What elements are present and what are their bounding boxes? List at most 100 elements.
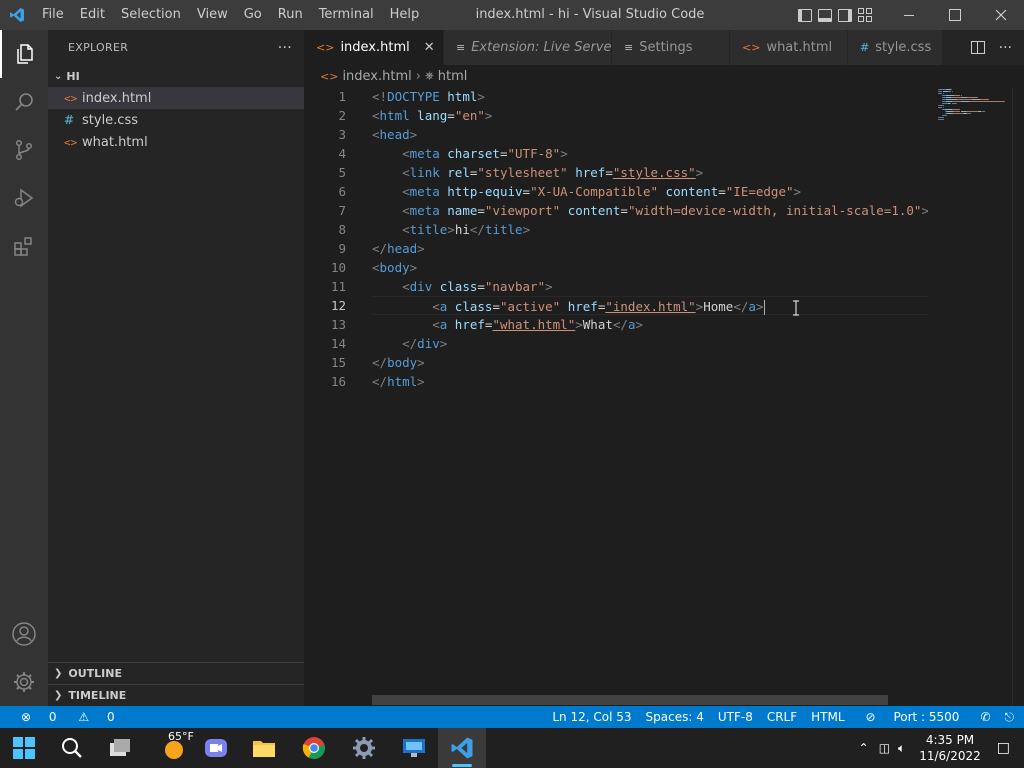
- code-line[interactable]: <meta http-equiv="X-UA-Compatible" conte…: [372, 182, 928, 201]
- code-line[interactable]: <a href="what.html">What</a>: [372, 315, 928, 334]
- task-view-icon[interactable]: [96, 728, 144, 768]
- code-line[interactable]: <head>: [372, 125, 928, 144]
- window-title: index.html - hi - Visual Studio Code: [475, 7, 705, 22]
- cursor-position[interactable]: Ln 12, Col 53: [545, 710, 638, 724]
- volume-icon[interactable]: 🔈︎: [898, 741, 905, 756]
- chevron-up-icon[interactable]: ⌃: [859, 741, 869, 755]
- settings-icon[interactable]: [340, 728, 388, 768]
- maximize-button[interactable]: [932, 0, 978, 30]
- indentation[interactable]: Spaces: 4: [639, 710, 711, 724]
- extensions-icon[interactable]: [0, 222, 48, 270]
- code-line[interactable]: <body>: [372, 258, 928, 277]
- more-actions-button[interactable]: ···: [278, 40, 292, 56]
- file-label: what.html: [82, 134, 148, 150]
- menu-edit[interactable]: Edit: [72, 0, 113, 30]
- live-server-port[interactable]: ⊘ Port : 5500: [852, 710, 974, 724]
- line-ending[interactable]: CRLF: [760, 710, 804, 724]
- account-icon[interactable]: [0, 610, 48, 658]
- folder-hi[interactable]: ⌄ HI: [48, 65, 304, 87]
- explorer-title: EXPLORER: [68, 41, 129, 54]
- menu-terminal[interactable]: Terminal: [311, 0, 382, 30]
- menu-help[interactable]: Help: [382, 0, 428, 30]
- explorer-icon[interactable]: [0, 30, 48, 78]
- outline-section[interactable]: ❯ OUTLINE: [48, 662, 304, 684]
- minimap[interactable]: [932, 87, 1012, 706]
- breadcrumb-file[interactable]: index.html: [342, 69, 411, 84]
- code-editor[interactable]: 1 2 3 4 5 6 7 8 9 10 11 12 13 14 15 16 <!DOCTYPE html> <…: [304, 87, 1024, 706]
- code-line[interactable]: <link rel="stylesheet" href="style.css">: [372, 163, 928, 182]
- code-line[interactable]: <title>hi</title>: [372, 220, 928, 239]
- windows-start-icon[interactable]: [0, 728, 48, 768]
- horizontal-scrollbar[interactable]: [372, 695, 888, 705]
- language-mode[interactable]: HTML: [804, 710, 851, 724]
- code-line[interactable]: <meta name="viewport" content="width=dev…: [372, 201, 928, 220]
- encoding[interactable]: UTF-8: [711, 710, 760, 724]
- menu-view[interactable]: View: [189, 0, 236, 30]
- tab-settings[interactable]: ≡ Settings: [612, 30, 730, 65]
- toggle-panel-icon[interactable]: [818, 8, 832, 22]
- code-line[interactable]: </div>: [372, 334, 928, 353]
- breadcrumb-node[interactable]: html: [438, 69, 468, 84]
- menu-file[interactable]: File: [34, 0, 72, 30]
- minimap-token: [946, 115, 947, 117]
- code-token: >: [447, 222, 455, 237]
- split-editor-icon[interactable]: [970, 41, 985, 54]
- file-label: style.css: [82, 112, 138, 128]
- problems-indicator[interactable]: ⊗ 0 ⚠ 0: [0, 710, 129, 724]
- code-line[interactable]: </head>: [372, 239, 928, 258]
- notifications-icon[interactable]: □: [997, 740, 1010, 756]
- code-token: body: [379, 260, 410, 275]
- chrome-icon[interactable]: [290, 728, 338, 768]
- close-tab-icon[interactable]: ✕: [424, 40, 435, 55]
- teams-chat-icon[interactable]: [192, 728, 240, 768]
- tab-index-html[interactable]: <> index.html ✕: [304, 30, 444, 65]
- code-line[interactable]: </body>: [372, 353, 928, 372]
- clock[interactable]: 4:35 PM 11/6/2022: [919, 732, 981, 764]
- minimize-button[interactable]: [886, 0, 932, 30]
- code-line[interactable]: <div class="navbar">: [372, 277, 928, 296]
- tab-what-html[interactable]: <> what.html: [730, 30, 848, 65]
- code-line[interactable]: <a class="active" href="index.html">Home…: [372, 296, 928, 315]
- vscode-taskbar-icon[interactable]: [438, 728, 486, 768]
- menu-go[interactable]: Go: [236, 0, 270, 30]
- file-what-html[interactable]: <> what.html: [48, 131, 304, 153]
- code-line[interactable]: </html>: [372, 372, 928, 391]
- code-line[interactable]: <html lang="en">: [372, 106, 928, 125]
- toggle-primary-sidebar-icon[interactable]: [798, 8, 812, 22]
- search-icon[interactable]: [48, 728, 96, 768]
- run-debug-icon[interactable]: [0, 174, 48, 222]
- error-icon: ⊗: [21, 710, 32, 724]
- vertical-scrollbar[interactable]: [1012, 87, 1024, 706]
- timeline-section[interactable]: ❯ TIMELINE: [48, 684, 304, 706]
- code-token: <: [432, 299, 440, 314]
- network-icon[interactable]: ◫: [879, 741, 890, 755]
- tab-style-css[interactable]: # style.css: [848, 30, 954, 65]
- code-token: >: [417, 355, 425, 370]
- file-explorer-icon[interactable]: [240, 728, 288, 768]
- minimap-token: [946, 99, 956, 101]
- feedback-icon[interactable]: ✆: [973, 710, 997, 724]
- code-line[interactable]: <!DOCTYPE html>: [372, 87, 928, 106]
- notifications-bell-icon[interactable]: ⎋: [998, 710, 1024, 725]
- close-window-button[interactable]: [978, 0, 1024, 30]
- source-control-icon[interactable]: [0, 126, 48, 174]
- line-number: 11: [330, 279, 346, 294]
- more-actions-icon[interactable]: ···: [999, 40, 1012, 56]
- settings-gear-icon[interactable]: [0, 658, 48, 706]
- chevron-right-icon: ❯: [54, 690, 63, 701]
- file-style-css[interactable]: # style.css: [48, 109, 304, 131]
- customize-layout-icon[interactable]: [858, 8, 872, 22]
- file-index-html[interactable]: <> index.html: [48, 87, 304, 109]
- code-line[interactable]: <meta charset="UTF-8">: [372, 144, 928, 163]
- remote-desktop-icon[interactable]: [390, 728, 438, 768]
- code-area[interactable]: <!DOCTYPE html> <html lang="en"> <head> <m…: [372, 87, 928, 391]
- tab-extension-live-server[interactable]: ≡ Extension: Live Server: [444, 30, 617, 65]
- menu-run[interactable]: Run: [270, 0, 311, 30]
- error-count: 0: [48, 710, 57, 724]
- search-icon[interactable]: [0, 78, 48, 126]
- toggle-secondary-sidebar-icon[interactable]: [838, 8, 852, 22]
- menu-selection[interactable]: Selection: [113, 0, 189, 30]
- code-token: =: [522, 184, 531, 199]
- code-token: =: [477, 279, 485, 294]
- line-number: 12: [330, 298, 346, 313]
